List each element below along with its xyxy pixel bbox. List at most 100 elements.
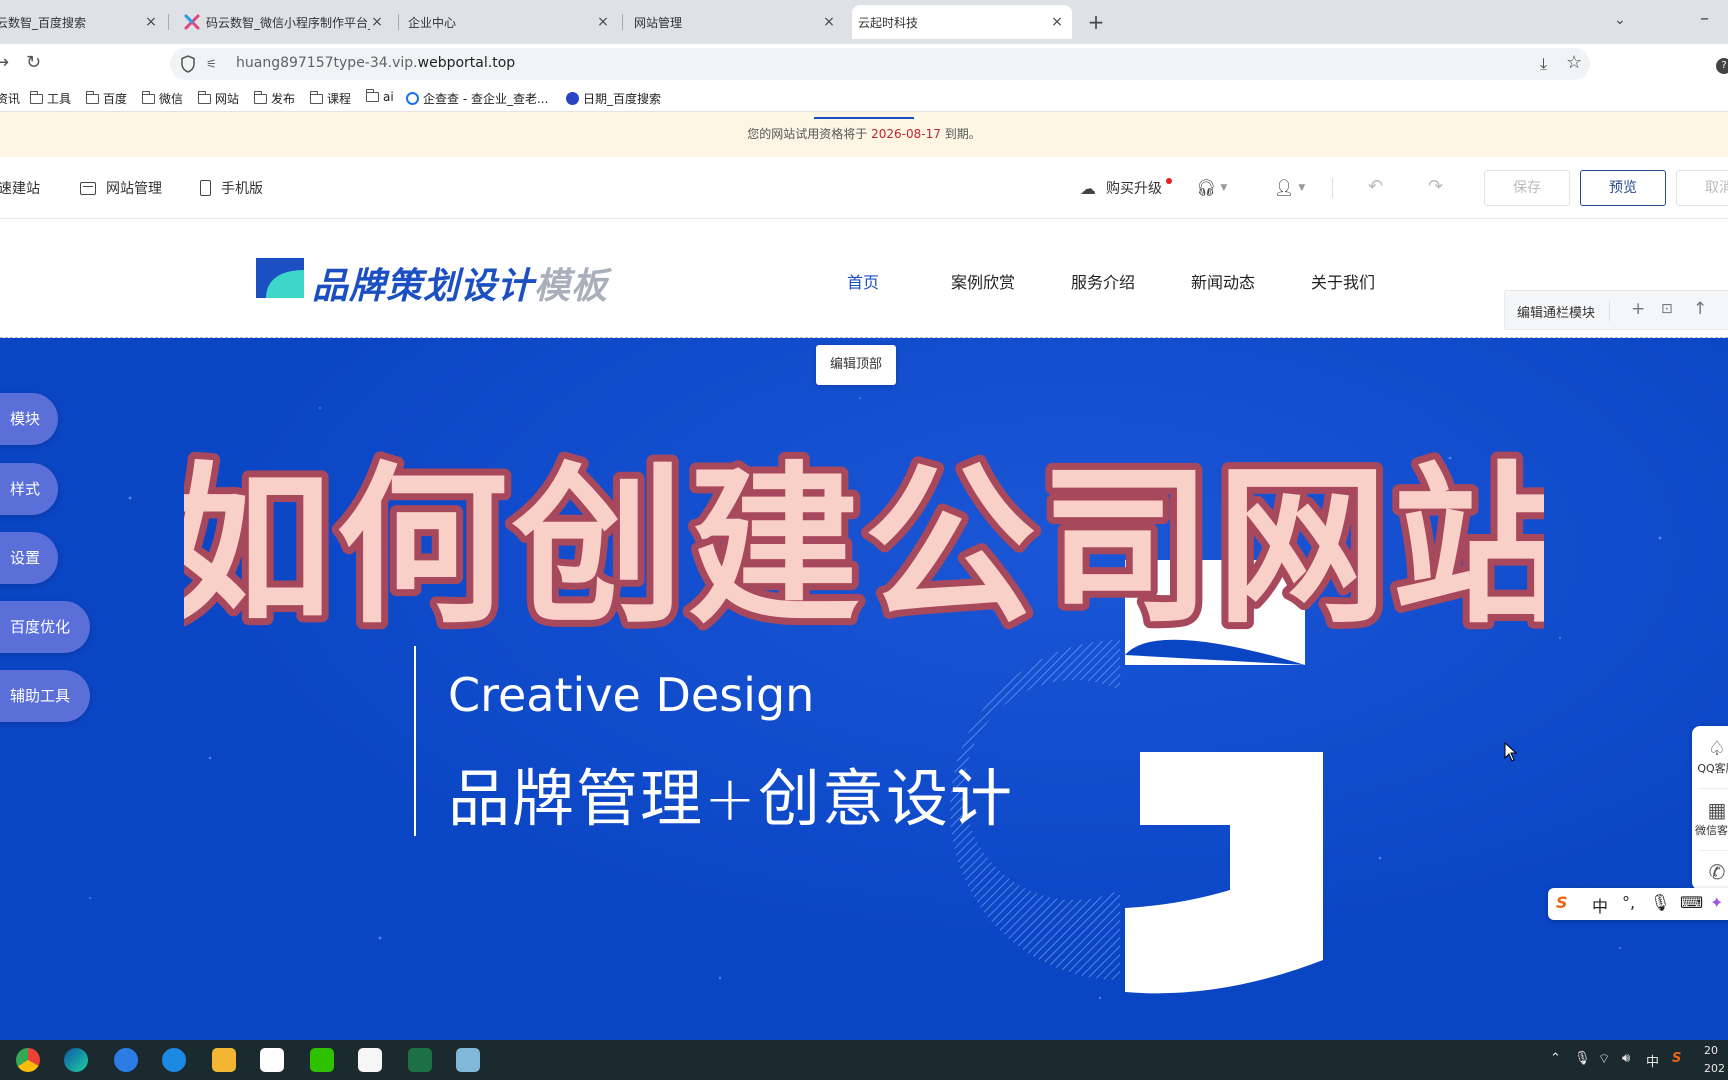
address-bar[interactable]: ⚟ huang897157type-34.vip.webportal.top ⤓… — [170, 48, 1590, 80]
tray-sogou-icon[interactable]: S — [1672, 1051, 1681, 1066]
close-icon[interactable]: × — [142, 13, 160, 31]
nav-about[interactable]: 关于我们 — [1311, 269, 1375, 293]
tab-site-manage[interactable]: 网站管理 × — [626, 5, 844, 39]
bookmark-label: 百度 — [103, 92, 128, 106]
help-icon[interactable]: ? — [1716, 58, 1728, 74]
tray-volume-icon[interactable]: 🔊︎ — [1622, 1051, 1630, 1066]
microphone-icon[interactable]: 🎙︎ — [1650, 893, 1670, 912]
account-dropdown[interactable]: 👤︎ ▼ — [1274, 178, 1305, 197]
new-tab-icon[interactable]: + — [1084, 10, 1108, 34]
nav-active-underline — [814, 117, 914, 119]
qq-icon: ♤ — [1708, 736, 1726, 760]
bookmark-folder-publish[interactable]: 发布 — [254, 90, 295, 107]
excel-icon[interactable] — [408, 1048, 432, 1072]
bookmark-folder-website[interactable]: 网站 — [198, 90, 239, 107]
tab-baidu-search[interactable]: 云数智_百度搜索 × — [0, 5, 166, 39]
tab-mayun[interactable]: 码云数智_微信小程序制作平台_ × — [176, 5, 392, 39]
preview-button[interactable]: 预览 — [1580, 170, 1666, 206]
tab-yunqishi-active[interactable]: 云起时科技 × — [852, 5, 1072, 39]
nav-cases[interactable]: 案例欣赏 — [951, 269, 1015, 293]
video-overlay-title: 如何创建公司网站 — [184, 439, 1544, 646]
wechat-service-button[interactable]: ▦ 微信客服 — [1692, 798, 1728, 838]
tab-separator — [622, 14, 623, 30]
skin-icon[interactable]: ✦ — [1710, 893, 1723, 912]
tray-chevron-up-icon[interactable]: ⌃ — [1550, 1051, 1561, 1066]
move-up-icon[interactable]: ↑ — [1693, 299, 1707, 319]
customer-service-widget: ♤ QQ客服 ▦ 微信客服 ✆ — [1692, 726, 1728, 890]
bookmark-folder-baidu[interactable]: 百度 — [86, 90, 127, 107]
edit-top-button[interactable]: 编辑顶部 — [816, 345, 896, 385]
folder-icon — [86, 90, 99, 104]
support-dropdown[interactable]: 🎧︎ ▼ — [1196, 178, 1227, 197]
taskbar-clock[interactable]: 20 202 — [1704, 1042, 1725, 1078]
hide-module-icon[interactable]: ⊡ — [1661, 301, 1673, 317]
site-header[interactable]: 品牌策划设计模板 首页 案例欣赏 服务介绍 新闻动态 关于我们 — [0, 219, 1728, 338]
bookmark-folder-course[interactable]: 课程 — [310, 90, 351, 107]
mobile-version-button[interactable]: 手机版 — [200, 178, 263, 198]
chrome-icon[interactable] — [16, 1048, 40, 1072]
close-icon[interactable]: × — [368, 13, 386, 31]
phone-service-button[interactable]: ✆ — [1692, 860, 1728, 884]
side-button-modules[interactable]: 模块 — [0, 393, 58, 445]
phone-icon — [200, 180, 211, 196]
save-button[interactable]: 保存 — [1484, 170, 1570, 206]
close-icon[interactable]: × — [594, 13, 612, 31]
baidu-paw-icon — [566, 92, 579, 105]
bookmark-qichacha[interactable]: 企查查 - 查企业_查老... — [406, 90, 548, 107]
recorder-app-icon[interactable] — [358, 1048, 382, 1072]
close-icon[interactable]: × — [820, 13, 838, 31]
qq-service-button[interactable]: ♤ QQ客服 — [1692, 736, 1728, 776]
nav-home[interactable]: 首页 — [847, 269, 879, 293]
side-button-styles[interactable]: 样式 — [0, 463, 58, 515]
side-button-settings[interactable]: 设置 — [0, 532, 58, 584]
sogou-logo-icon[interactable]: S — [1556, 893, 1568, 912]
url-text[interactable]: huang897157type-34.vip.webportal.top — [236, 55, 515, 71]
star-icon[interactable]: ☆ — [1566, 52, 1582, 73]
undo-icon[interactable]: ↶ — [1368, 176, 1383, 197]
nav-services[interactable]: 服务介绍 — [1071, 269, 1135, 293]
wechat-app-icon[interactable] — [310, 1048, 334, 1072]
site-manage-button[interactable]: 网站管理 — [80, 178, 162, 198]
search-app-icon[interactable] — [162, 1048, 186, 1072]
sogou-browser-icon[interactable] — [114, 1048, 138, 1072]
bookmark-folder-wechat[interactable]: 微信 — [142, 90, 183, 107]
tray-microphone-icon[interactable]: 🎙︎ — [1574, 1051, 1591, 1066]
close-icon[interactable]: × — [1048, 13, 1066, 31]
nav-news[interactable]: 新闻动态 — [1191, 269, 1255, 293]
logo-muted-text: 模板 — [534, 266, 609, 307]
cancel-button[interactable]: 取消 — [1676, 170, 1728, 206]
tab-enterprise-center[interactable]: 企业中心 × — [402, 5, 618, 39]
window-minimize-icon[interactable]: – — [1700, 8, 1709, 29]
shield-icon[interactable] — [180, 55, 196, 73]
qq-app-icon[interactable] — [260, 1048, 284, 1072]
side-button-aux-tools[interactable]: 辅助工具 — [0, 670, 90, 722]
bookmark-label: 日期_百度搜索 — [583, 92, 662, 106]
bookmark-label: 网站 — [215, 92, 240, 106]
site-settings-icon[interactable]: ⚟ — [206, 57, 217, 71]
notice-text-before: 您的网站试用资格将于 — [747, 127, 868, 141]
punctuation-icon[interactable]: °, — [1622, 893, 1635, 912]
tray-network-icon[interactable]: ⌔ — [1598, 1051, 1610, 1067]
site-logo-text[interactable]: 品牌策划设计模板 — [312, 257, 608, 309]
add-icon[interactable]: + — [1631, 299, 1645, 319]
keyboard-icon[interactable]: ⌨ — [1680, 893, 1703, 912]
redo-icon[interactable]: ↷ — [1428, 176, 1443, 197]
bookmark-folder-ai[interactable]: ai — [366, 89, 394, 104]
bookmark-zixun[interactable]: 资讯 — [0, 90, 20, 107]
quick-build-button[interactable]: 快速建站 — [0, 178, 40, 198]
chevron-down-icon[interactable]: ⌄ — [1614, 12, 1626, 28]
forward-icon[interactable]: → — [0, 52, 9, 73]
tray-ime-indicator[interactable]: 中 — [1646, 1051, 1659, 1070]
edit-navbar-module-button[interactable]: 编辑通栏模块 — [1517, 302, 1595, 321]
mobile-label: 手机版 — [221, 181, 263, 197]
file-explorer-icon[interactable] — [212, 1048, 236, 1072]
bookmark-folder-tools[interactable]: 工具 — [30, 90, 71, 107]
bookmark-date-search[interactable]: 日期_百度搜索 — [566, 90, 661, 107]
upgrade-button[interactable]: ☁ 购买升级 — [1080, 178, 1162, 198]
notes-app-icon[interactable] — [456, 1048, 480, 1072]
side-button-baidu-seo[interactable]: 百度优化 — [0, 601, 90, 653]
ime-language-toggle[interactable]: 中 — [1592, 893, 1608, 917]
reload-icon[interactable]: ↻ — [26, 52, 41, 73]
download-icon[interactable]: ⤓ — [1540, 54, 1547, 74]
edge-icon[interactable] — [64, 1048, 88, 1072]
